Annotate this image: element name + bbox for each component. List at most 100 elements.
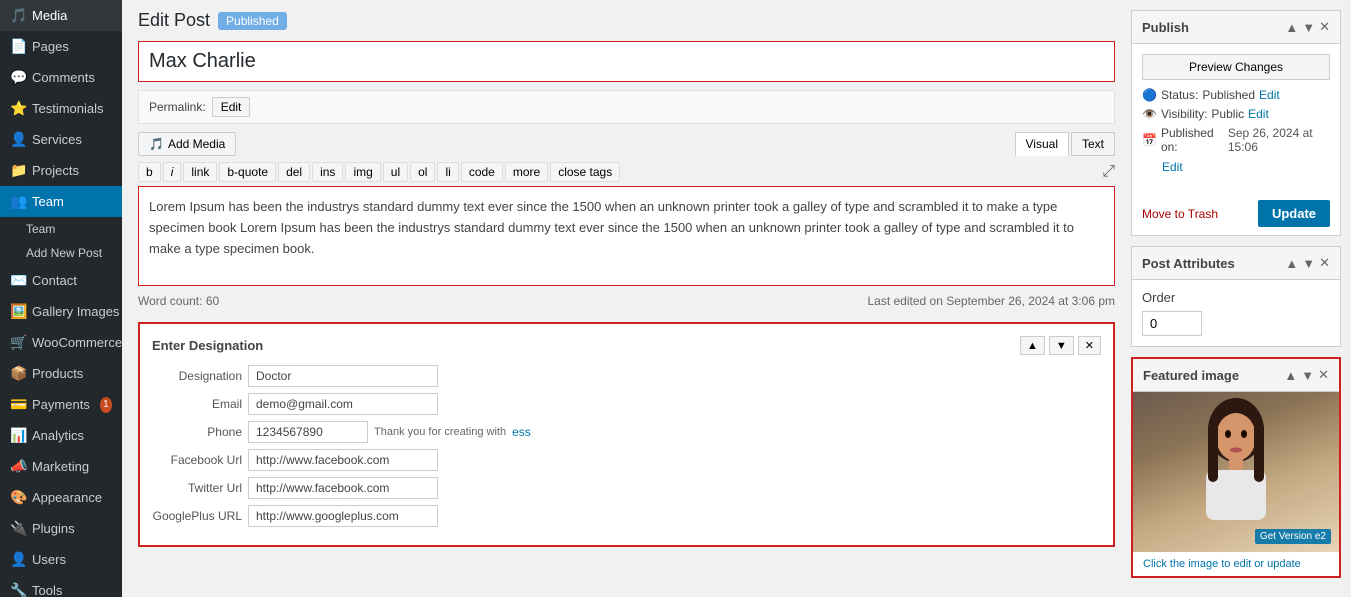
marketing-icon: 📣 (10, 458, 26, 475)
sidebar-item-team[interactable]: 👥 Team (0, 186, 122, 217)
publish-panel-header: Publish ▲ ▼ ✕ (1132, 11, 1340, 44)
text-tab[interactable]: Text (1071, 132, 1115, 156)
sidebar-item-testimonials[interactable]: ⭐ Testimonials (0, 93, 122, 124)
sidebar-item-payments[interactable]: 💳 Payments 1 (0, 389, 122, 420)
sidebar-item-projects[interactable]: 📁 Projects (0, 155, 122, 186)
featured-image-container[interactable]: Get Version e2 (1133, 392, 1339, 552)
sidebar-item-label: Team (32, 194, 64, 209)
sidebar: 🎵 Media 📄 Pages 💬 Comments ⭐ Testimonial… (0, 0, 122, 597)
italic-button[interactable]: i (163, 162, 182, 182)
projects-icon: 📁 (10, 162, 26, 179)
designation-close[interactable]: ✕ (1078, 336, 1101, 355)
sidebar-item-media[interactable]: 🎵 Media (0, 0, 122, 31)
sidebar-item-pages[interactable]: 📄 Pages (0, 31, 122, 62)
edit-date-link[interactable]: Edit (1162, 160, 1183, 174)
attributes-down-btn[interactable]: ▼ (1302, 255, 1315, 271)
featured-image-visual (1133, 392, 1339, 552)
plugins-icon: 🔌 (10, 520, 26, 537)
sidebar-subitem-team[interactable]: Team (0, 217, 122, 241)
calendar-icon: 📅 (1142, 133, 1157, 147)
format-bar: b i link b-quote del ins img ul ol li co… (138, 162, 1115, 182)
status-icon: 🔵 (1142, 88, 1157, 102)
publish-close-btn[interactable]: ✕ (1319, 19, 1330, 35)
publish-up-btn[interactable]: ▲ (1285, 19, 1298, 35)
click-to-edit-link[interactable]: Click the image to edit or update (1143, 558, 1301, 570)
featured-down-btn[interactable]: ▼ (1301, 367, 1314, 383)
subitem-label: Add New Post (26, 246, 102, 260)
phone-input[interactable] (248, 421, 368, 443)
sidebar-item-appearance[interactable]: 🎨 Appearance (0, 482, 122, 513)
sidebar-item-products[interactable]: 📦 Products (0, 358, 122, 389)
attributes-close-btn[interactable]: ✕ (1319, 255, 1330, 271)
status-badge: Published (218, 12, 287, 30)
sidebar-item-services[interactable]: 👤 Services (0, 124, 122, 155)
visual-tab[interactable]: Visual (1015, 132, 1069, 156)
designation-controls: ▲ ▼ ✕ (1020, 336, 1101, 355)
designation-collapse-down[interactable]: ▼ (1049, 336, 1074, 355)
designation-collapse-up[interactable]: ▲ (1020, 336, 1045, 355)
ins-button[interactable]: ins (312, 162, 343, 182)
publish-title: Publish (1142, 20, 1189, 35)
sidebar-item-label: Marketing (32, 459, 89, 474)
ol-button[interactable]: ol (410, 162, 435, 182)
googleplus-input[interactable] (248, 505, 438, 527)
ul-button[interactable]: ul (383, 162, 408, 182)
order-input[interactable] (1142, 311, 1202, 336)
link-button[interactable]: link (183, 162, 217, 182)
fullscreen-button[interactable]: ⤢ (1102, 163, 1115, 181)
update-button[interactable]: Update (1258, 200, 1330, 227)
email-input[interactable] (248, 393, 438, 415)
sidebar-item-plugins[interactable]: 🔌 Plugins (0, 513, 122, 544)
del-button[interactable]: del (278, 162, 310, 182)
close-tags-button[interactable]: close tags (550, 162, 620, 182)
helper-text: Thank you for creating with (374, 426, 506, 438)
sidebar-item-label: WooCommerce (32, 335, 122, 350)
preview-changes-button[interactable]: Preview Changes (1142, 54, 1330, 80)
post-attributes-panel: Post Attributes ▲ ▼ ✕ Order (1131, 246, 1341, 347)
status-row: 🔵 Status: Published Edit (1142, 88, 1330, 102)
featured-image-controls: ▲ ▼ ✕ (1284, 367, 1329, 383)
appearance-icon: 🎨 (10, 489, 26, 506)
img-button[interactable]: img (345, 162, 380, 182)
sidebar-item-users[interactable]: 👤 Users (0, 544, 122, 575)
sidebar-subitem-add-new-post[interactable]: Add New Post (0, 241, 122, 265)
helper-link[interactable]: ess (512, 425, 531, 439)
twitter-input[interactable] (248, 477, 438, 499)
edit-status-link[interactable]: Edit (1259, 88, 1280, 102)
sidebar-item-woocommerce[interactable]: 🛒 WooCommerce (0, 327, 122, 358)
li-button[interactable]: li (437, 162, 458, 182)
facebook-input[interactable] (248, 449, 438, 471)
featured-image-title: Featured image (1143, 368, 1239, 383)
add-media-icon: 🎵 (149, 137, 164, 151)
sidebar-item-analytics[interactable]: 📊 Analytics (0, 420, 122, 451)
sidebar-item-gallery[interactable]: 🖼️ Gallery Images (0, 296, 122, 327)
featured-up-btn[interactable]: ▲ (1284, 367, 1297, 383)
permalink-label: Permalink: (149, 100, 206, 114)
publish-down-btn[interactable]: ▼ (1302, 19, 1315, 35)
code-button[interactable]: code (461, 162, 503, 182)
get-version-badge[interactable]: Get Version e2 (1255, 529, 1331, 544)
sidebar-item-tools[interactable]: 🔧 Tools (0, 575, 122, 597)
sidebar-item-comments[interactable]: 💬 Comments (0, 62, 122, 93)
sidebar-item-label: Contact (32, 273, 77, 288)
permalink-edit-button[interactable]: Edit (212, 97, 251, 117)
sidebar-item-contact[interactable]: ✉️ Contact (0, 265, 122, 296)
bold-button[interactable]: b (138, 162, 161, 182)
woocommerce-icon: 🛒 (10, 334, 26, 351)
post-attributes-header: Post Attributes ▲ ▼ ✕ (1132, 247, 1340, 280)
word-count: Word count: 60 (138, 294, 219, 308)
edit-visibility-link[interactable]: Edit (1248, 107, 1269, 121)
move-to-trash-link[interactable]: Move to Trash (1142, 207, 1218, 221)
designation-header: Enter Designation ▲ ▼ ✕ (152, 336, 1101, 355)
featured-close-btn[interactable]: ✕ (1318, 367, 1329, 383)
add-media-button[interactable]: 🎵 Add Media (138, 132, 236, 156)
post-title-input[interactable] (138, 41, 1115, 82)
designation-input[interactable] (248, 365, 438, 387)
more-button[interactable]: more (505, 162, 548, 182)
email-label: Email (152, 397, 242, 411)
attributes-up-btn[interactable]: ▲ (1285, 255, 1298, 271)
bquote-button[interactable]: b-quote (219, 162, 276, 182)
editor-area[interactable]: Lorem Ipsum has been the industrys stand… (138, 186, 1115, 286)
sidebar-item-marketing[interactable]: 📣 Marketing (0, 451, 122, 482)
featured-image-panel: Featured image ▲ ▼ ✕ (1131, 357, 1341, 578)
